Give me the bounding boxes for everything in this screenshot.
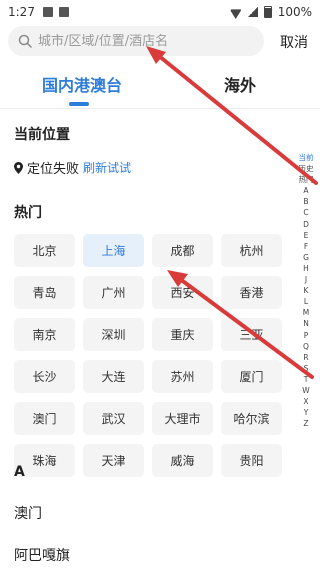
index-letter[interactable]: 热门: [299, 174, 314, 185]
tab-indicator: [69, 102, 89, 106]
index-letter[interactable]: E: [304, 230, 309, 241]
section-letter-a: A: [14, 464, 25, 480]
hot-city-chip[interactable]: 成都: [152, 234, 213, 267]
hot-city-chip[interactable]: 苏州: [152, 360, 213, 393]
tabs-divider: [0, 108, 320, 109]
status-bar: 1:27 100%: [0, 0, 320, 24]
annotation-arrow-search: [146, 46, 318, 185]
index-letter[interactable]: S: [304, 363, 309, 374]
index-letter[interactable]: L: [304, 296, 308, 307]
hot-city-chip[interactable]: 南京: [14, 318, 75, 351]
wifi-icon: [230, 7, 242, 17]
image-icon: [58, 7, 69, 17]
hot-city-chip[interactable]: 香港: [221, 276, 282, 309]
search-input[interactable]: [38, 33, 238, 49]
alphabet-index-bar[interactable]: 当前 历史 热门 A B C D E F G H J K L M N P Q R S T W X Y Z: [296, 152, 316, 429]
hot-city-chip[interactable]: 西安: [152, 276, 213, 309]
hot-section-title: 热门: [14, 205, 42, 221]
index-letter[interactable]: A: [303, 185, 308, 196]
hot-city-chip[interactable]: 长沙: [14, 360, 75, 393]
signal-icon: [247, 7, 258, 17]
hot-city-chip[interactable]: 青岛: [14, 276, 75, 309]
hot-city-chip[interactable]: 厦门: [221, 360, 282, 393]
index-letter[interactable]: D: [303, 219, 309, 230]
location-pin-icon: [14, 161, 23, 174]
index-letter[interactable]: 当前: [299, 152, 314, 163]
refresh-location-link[interactable]: 刷新试试: [83, 159, 131, 176]
hot-city-chip[interactable]: 广州: [83, 276, 144, 309]
city-list-item[interactable]: 澳门: [14, 503, 42, 523]
index-letter[interactable]: N: [303, 318, 309, 329]
hot-city-chip[interactable]: 三亚: [221, 318, 282, 351]
hot-city-chip[interactable]: 大理市: [152, 402, 213, 435]
hot-city-chip[interactable]: 威海: [152, 444, 213, 477]
status-time: 1:27: [8, 5, 35, 19]
hot-city-chip[interactable]: 澳门: [14, 402, 75, 435]
index-letter[interactable]: F: [304, 241, 308, 252]
index-letter[interactable]: B: [303, 196, 308, 207]
hot-city-chip[interactable]: 杭州: [221, 234, 282, 267]
index-letter[interactable]: 历史: [299, 163, 314, 174]
hot-city-chip[interactable]: 重庆: [152, 318, 213, 351]
current-location-title: 当前位置: [14, 127, 70, 143]
index-letter[interactable]: X: [303, 396, 308, 407]
index-letter[interactable]: Y: [304, 407, 309, 418]
hot-city-chip[interactable]: 深圳: [83, 318, 144, 351]
notification-icon: [42, 7, 53, 17]
search-row: 取消: [0, 24, 320, 56]
index-letter[interactable]: T: [304, 374, 309, 385]
index-letter[interactable]: K: [304, 285, 309, 296]
search-icon: [18, 34, 32, 48]
hot-city-chip[interactable]: 武汉: [83, 402, 144, 435]
cancel-button[interactable]: 取消: [280, 32, 308, 52]
battery-level: 100%: [277, 5, 312, 19]
hot-city-chip[interactable]: 大连: [83, 360, 144, 393]
location-status: 定位失败: [27, 162, 80, 177]
index-letter[interactable]: M: [303, 307, 309, 318]
tab-domestic[interactable]: 国内港澳台: [42, 72, 122, 96]
hot-city-grid: 北京 上海 成都 杭州青岛 广州 西安 香港南京 深圳 重庆 三亚长沙 大连 苏州 厦门澳门 武汉 大理市哈…: [14, 234, 282, 477]
battery-icon: [263, 6, 272, 18]
hot-city-chip[interactable]: 上海: [83, 234, 144, 267]
index-letter[interactable]: H: [303, 263, 309, 274]
index-letter[interactable]: P: [304, 330, 309, 341]
index-letter[interactable]: Q: [303, 341, 309, 352]
current-location-row: 定位失败 刷新试试: [14, 158, 131, 177]
index-letter[interactable]: W: [302, 385, 309, 396]
hot-city-chip[interactable]: 贵阳: [221, 444, 282, 477]
index-letter[interactable]: C: [303, 207, 308, 218]
hot-city-chip[interactable]: 哈尔滨: [221, 402, 282, 435]
index-letter[interactable]: J: [305, 274, 307, 285]
region-tabs: 国内港澳台 海外: [0, 68, 320, 108]
city-list-item[interactable]: 阿巴嘎旗: [14, 545, 70, 565]
hot-city-chip[interactable]: 北京: [14, 234, 75, 267]
hot-city-chip[interactable]: 天津: [83, 444, 144, 477]
tab-overseas[interactable]: 海外: [224, 72, 256, 96]
index-letter[interactable]: Z: [303, 418, 308, 429]
search-box[interactable]: [8, 26, 264, 56]
index-letter[interactable]: R: [303, 352, 308, 363]
index-letter[interactable]: G: [303, 252, 309, 263]
